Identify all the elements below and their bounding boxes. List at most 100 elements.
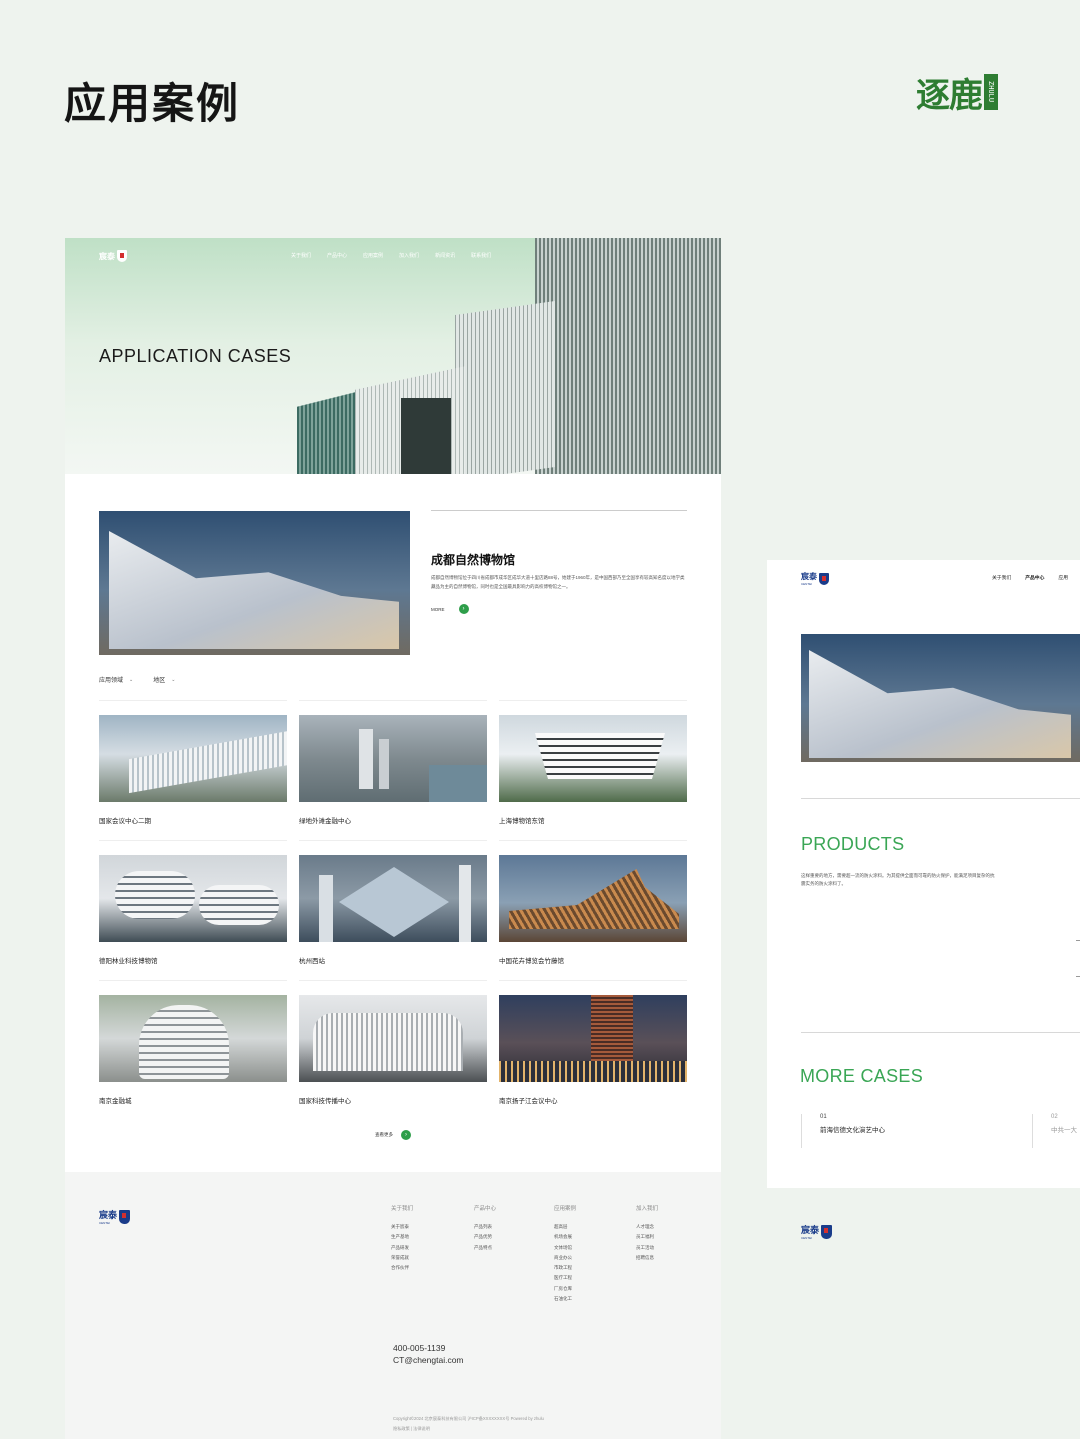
footer-link[interactable]: 招聘信息 [636, 1253, 658, 1263]
chevron-down-icon: ⌄ [171, 676, 176, 683]
footer-email[interactable]: CT@chengtai.com [393, 1354, 464, 1366]
nav-item-about[interactable]: 关于我们 [992, 574, 1011, 581]
case-card[interactable]: 国家会议中心二期 [99, 700, 287, 840]
footer-link[interactable]: 人才理念 [636, 1222, 658, 1232]
site-logo-text: 宸泰 [99, 251, 115, 261]
case-thumbnail [99, 715, 287, 802]
footer-link[interactable]: 关于宸泰 [391, 1222, 413, 1232]
more-cases-title: MORE CASES [800, 1066, 924, 1086]
products-description: 这样重要的地方，需要超一流的防火涂料。为其提供全面而可靠的防火保护，能满足项目复… [801, 873, 995, 886]
case-card[interactable]: 上海博物馆东馆 [499, 700, 687, 840]
footer-link[interactable]: 产品列表 [474, 1222, 496, 1232]
case-thumbnail [299, 855, 487, 942]
brand-logo: 逐鹿 ZHULU [916, 72, 1018, 116]
main-mock-page: 宸泰 关于我们 产品中心 应用案例 加入我们 新闻资讯 联系我们 APPLICA… [65, 238, 721, 1439]
arrow-right-icon: › [458, 604, 469, 614]
nav-item-products[interactable]: 产品中心 [327, 252, 347, 259]
divider [431, 510, 687, 511]
site-logo-sub: CENTEI [801, 582, 813, 586]
footer-link[interactable]: 员工福利 [636, 1232, 658, 1242]
top-nav: 宸泰 关于我们 产品中心 应用案例 加入我们 新闻资讯 联系我们 [65, 238, 721, 274]
shield-icon [119, 1209, 131, 1224]
more-case-item[interactable]: 01 前海信德文化演艺中心 [801, 1114, 885, 1148]
more-case-item[interactable]: 02 中共一大 [1032, 1114, 1077, 1148]
hero-banner: 宸泰 关于我们 产品中心 应用案例 加入我们 新闻资讯 联系我们 APPLICA… [65, 238, 721, 474]
nav-item-contact[interactable]: 联系我们 [471, 252, 491, 259]
filter-label: 应用领域 [99, 678, 124, 684]
case-grid: 国家会议中心二期 绿地外滩金融中心 上海博物馆东馆 德阳林业科技博物馆 杭州西站… [99, 700, 687, 1120]
nav-item-cases[interactable]: 应用 [1058, 574, 1068, 581]
footer-link[interactable]: 医疗工程 [554, 1273, 576, 1283]
building-image [455, 300, 555, 474]
legal-links[interactable]: 隐私政策 | 法律说明 [393, 1424, 544, 1434]
top-nav: 关于我们 产品中心 应用 [992, 574, 1068, 581]
footer-logo-sub: CENTEI [801, 1236, 813, 1240]
case-name: 前海信德文化演艺中心 [820, 1127, 885, 1134]
site-logo[interactable]: 宸泰 CENTEI [801, 571, 829, 586]
case-card[interactable]: 中国花卉博览会竹藤馆 [499, 840, 687, 980]
footer-link[interactable]: 员工活动 [636, 1243, 658, 1253]
nav-item-news[interactable]: 新闻资讯 [435, 252, 455, 259]
divider [1076, 940, 1080, 941]
case-card[interactable]: 德阳林业科技博物馆 [99, 840, 287, 980]
nav-item-cases[interactable]: 应用案例 [363, 252, 383, 259]
see-more-button[interactable]: 查看更多 › [65, 1130, 721, 1140]
footer-link[interactable]: 市政工程 [554, 1263, 576, 1273]
footer-link[interactable]: 机场会展 [554, 1232, 576, 1242]
footer-link[interactable]: 文体场馆 [554, 1243, 576, 1253]
featured-case-image[interactable] [99, 511, 410, 655]
featured-case-title[interactable]: 成都自然博物馆 [431, 551, 515, 568]
case-card[interactable]: 南京扬子江会议中心 [499, 980, 687, 1120]
copyright-text: Copyright©2024 北京宸泰科技有限公司 沪ICP备XXXXXXXX号… [393, 1416, 544, 1421]
footer-link[interactable]: 产品优势 [474, 1232, 496, 1242]
brand-logo-text: 逐鹿 [916, 75, 983, 116]
museum-image [109, 531, 399, 649]
divider [801, 1032, 1080, 1033]
featured-more-link[interactable]: MORE › [431, 604, 469, 614]
case-card[interactable]: 杭州西站 [299, 840, 487, 980]
footer-link[interactable]: 产品特点 [474, 1243, 496, 1253]
footer-column-head: 应用案例 [554, 1206, 577, 1212]
footer-column-cases: 应用案例 超高层 机场会展 文体场馆 商业办公 市政工程 医疗工程 厂房仓库 石… [554, 1204, 576, 1304]
shield-icon [821, 1224, 833, 1239]
footer-column-head: 关于我们 [391, 1206, 414, 1212]
see-more-label: 查看更多 [375, 1132, 393, 1137]
more-label: MORE [431, 606, 445, 612]
footer-link[interactable]: 合作伙伴 [391, 1263, 413, 1273]
case-card[interactable]: 国家科技传播中心 [299, 980, 487, 1120]
featured-case-description: 成都自然博物馆位于四川省成都市成华区成华大道十里店路88号，始建于1960年，是… [431, 575, 685, 589]
case-thumbnail [99, 855, 287, 942]
footer-link[interactable]: 石油化工 [554, 1294, 576, 1304]
case-thumbnail [299, 995, 487, 1082]
museum-image [809, 650, 1071, 758]
brand-logo-tag: ZHULU [984, 74, 998, 110]
page-title: 应用案例 [64, 79, 241, 128]
filter-region[interactable]: 地区 ⌄ [153, 675, 176, 685]
footer-link[interactable]: 生产基地 [391, 1232, 413, 1242]
footer-link[interactable]: 超高层 [554, 1222, 576, 1232]
products-title: PRODUCTS [801, 834, 905, 854]
hero-title: APPLICATION CASES [99, 346, 292, 366]
footer-phone[interactable]: 400-005-1139 [393, 1342, 464, 1354]
footer-logo[interactable]: 宸泰 CENTEI [99, 1208, 131, 1225]
footer-link[interactable]: 产品研发 [391, 1243, 413, 1253]
filter-label: 地区 [153, 678, 166, 684]
footer-link[interactable]: 厂房仓库 [554, 1284, 576, 1294]
site-logo[interactable]: 宸泰 [99, 250, 127, 262]
shield-icon [819, 572, 829, 585]
nav-item-products[interactable]: 产品中心 [1025, 574, 1044, 581]
side-footer-logo[interactable]: 宸泰 CENTEI [801, 1223, 833, 1240]
nav-item-about[interactable]: 关于我们 [291, 252, 311, 259]
nav-item-join[interactable]: 加入我们 [399, 252, 419, 259]
footer-link[interactable]: 荣誉成就 [391, 1253, 413, 1263]
case-thumbnail [499, 855, 687, 942]
footer-column-head: 加入我们 [636, 1206, 659, 1212]
case-label: 德阳林业科技博物馆 [99, 958, 158, 965]
case-card[interactable]: 绿地外滩金融中心 [299, 700, 487, 840]
shield-icon [117, 250, 127, 262]
case-card[interactable]: 南京金融城 [99, 980, 287, 1120]
footer-contact: 400-005-1139 CT@chengtai.com [393, 1342, 464, 1366]
footer-link[interactable]: 商业办公 [554, 1253, 576, 1263]
case-thumbnail [99, 995, 287, 1082]
filter-application-field[interactable]: 应用领域 ⌄ [99, 675, 133, 685]
